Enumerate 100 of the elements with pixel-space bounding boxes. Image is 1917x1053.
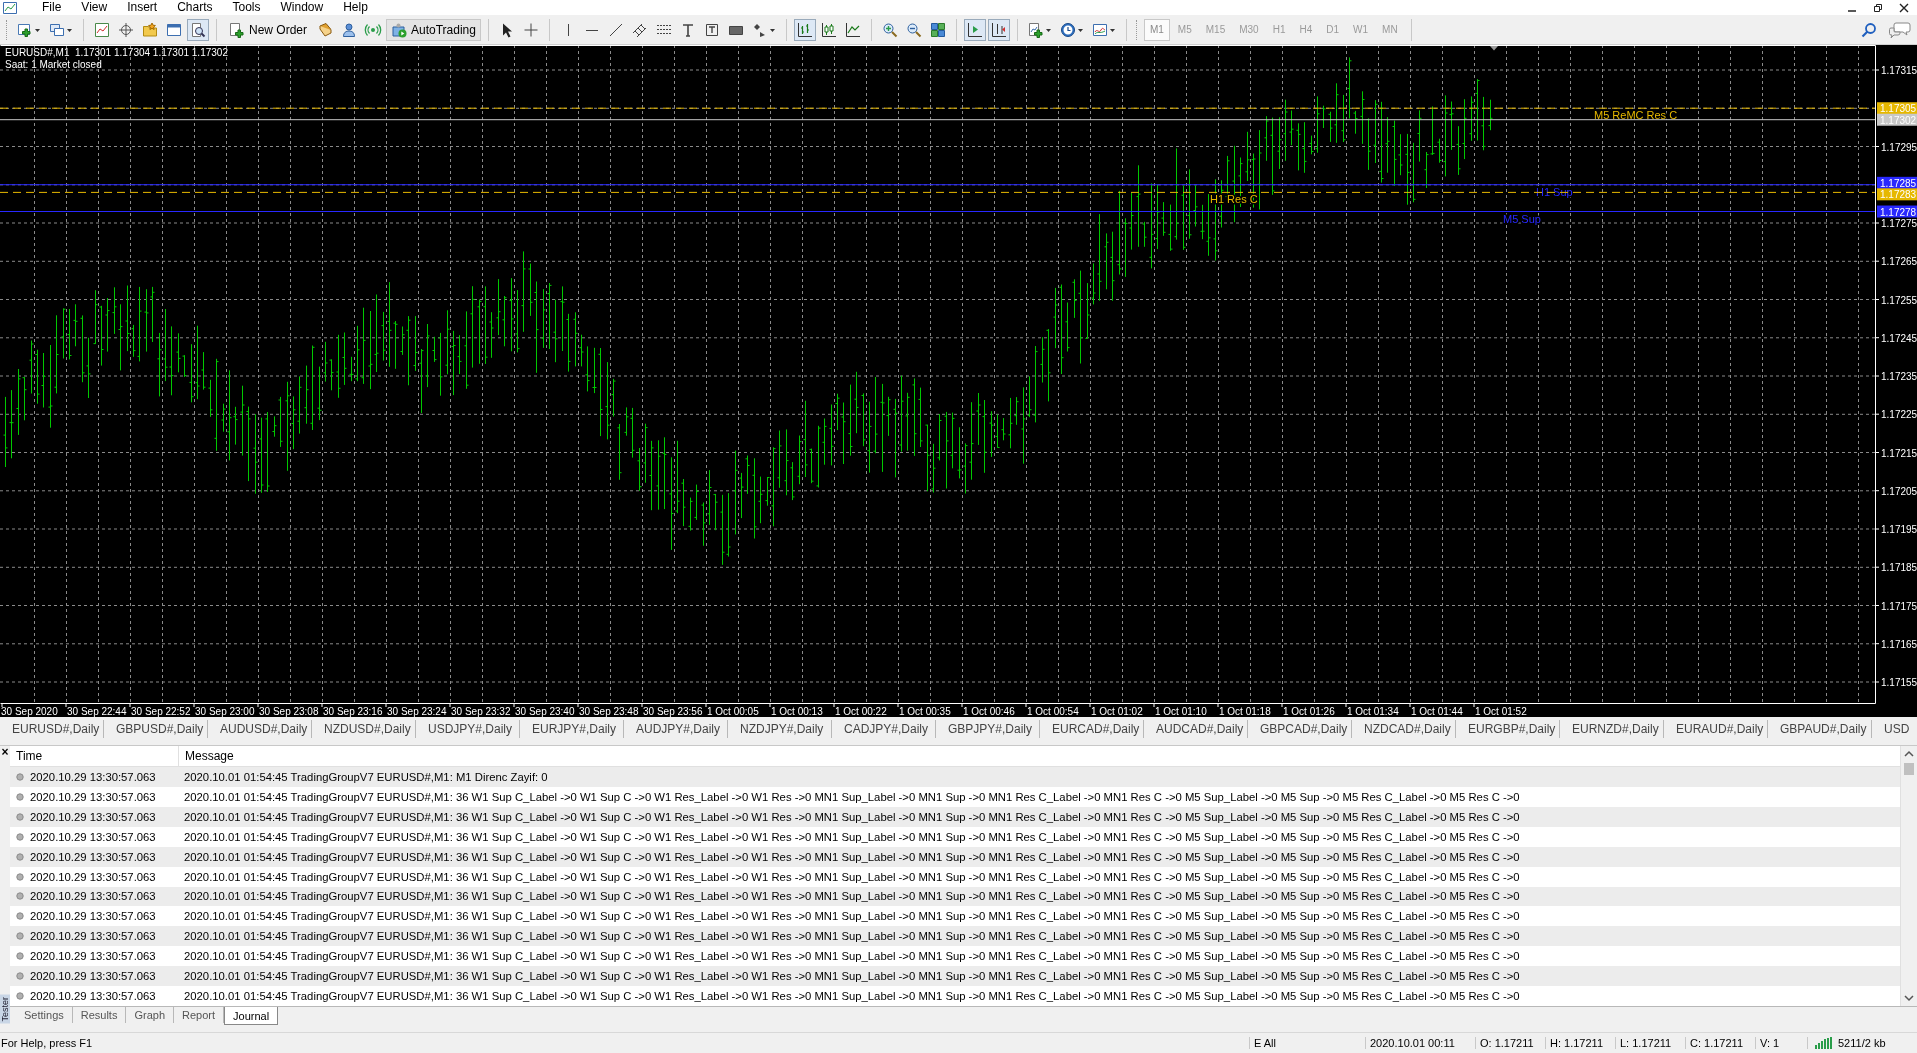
symbol-tab[interactable]: AUDJPY#,Daily (628, 720, 728, 738)
log-time: 2020.10.29 13:30:57.063 (30, 990, 156, 1003)
symbol-tab[interactable]: AUDUSD#,Daily (212, 720, 312, 738)
log-message: 2020.10.01 01:54:45 TradingGroupV7 EURUSD#,M1: 36 W1 Sup C_Label ->0 W1 Sup C ->0 W1 Res_Label ->0 W1 Res ->0 MN1 Sup_Label ->0 MN1 Sup ->0 MN1 Res C_Label ->0 MN1 Res C ->0 M5 Sup_Label ->0 M5 Sup ->0 M5 Res C_Label ->0 M5 Res C ->0 (183, 850, 1520, 863)
log-time: 2020.10.29 13:30:57.063 (30, 910, 156, 923)
status-field: O: 1.17211 (1475, 1037, 1545, 1049)
menu-item[interactable]: Window (270, 0, 334, 15)
symbol-tab[interactable]: EURNZD#,Daily (1564, 720, 1664, 738)
log-time: 2020.10.29 13:30:57.063 (30, 890, 156, 903)
log-message: 2020.10.01 01:54:45 TradingGroupV7 EURUSD#,M1: 36 W1 Sup C_Label ->0 W1 Sup C ->0 W1 Res_Label ->0 W1 Res ->0 MN1 Sup_Label ->0 MN1 Sup ->0 MN1 Res C_Label ->0 MN1 Res C ->0 M5 Sup_Label ->0 M5 Sup ->0 M5 Res C_Label ->0 M5 Res C ->0 (183, 950, 1520, 963)
menu-item[interactable]: Tools (222, 0, 271, 15)
log-time: 2020.10.29 13:30:57.063 (30, 830, 156, 843)
log-dot-icon (16, 892, 24, 901)
log-dot-icon (16, 772, 24, 781)
symbol-tab[interactable]: NZDJPY#,Daily (732, 720, 832, 738)
tester-tab[interactable]: Results (72, 1007, 127, 1023)
chart-status-text: Saat: 1 Market closed (5, 59, 102, 70)
robot-play-icon (391, 21, 407, 38)
scrollbar-thumb[interactable] (1904, 763, 1914, 775)
menu-item[interactable]: Charts (167, 0, 223, 15)
symbol-tab[interactable]: GBPCAD#,Daily (1252, 720, 1352, 738)
close-icon[interactable] (1899, 2, 1909, 13)
magnifier-document-icon[interactable] (187, 18, 209, 41)
symbol-tab[interactable]: EURJPY#,Daily (524, 720, 624, 738)
connection-bars-icon (1814, 1037, 1834, 1049)
symbol-tab[interactable]: AUDCAD#,Daily (1148, 720, 1248, 738)
menu-item[interactable]: Help (333, 0, 378, 15)
symbol-tab[interactable]: GBPJPY#,Daily (940, 720, 1040, 738)
time-axis-label: 1 Oct 00:13 (771, 706, 823, 717)
tester-tab[interactable]: Graph (126, 1007, 174, 1023)
status-field: H: 1.17211 (1545, 1037, 1615, 1049)
time-axis-label: 1 Oct 01:18 (1219, 706, 1271, 717)
log-time: 2020.10.29 13:30:57.063 (30, 870, 156, 883)
search-icon[interactable] (1861, 21, 1877, 38)
chart-symbol-header: EURUSD#,M1 1.17301 1.17304 1.17301 1.17302 (5, 47, 228, 58)
time-axis-label: 1 Oct 00:46 (963, 706, 1015, 717)
price-axis-label: 1.17245 (1881, 332, 1917, 344)
symbol-tab[interactable]: EURGBP#,Daily (1460, 720, 1560, 738)
panel-side-label: Tester (0, 995, 10, 1024)
time-axis-label: 30 Sep 22:52 (131, 706, 191, 717)
log-message: 2020.10.01 01:54:45 TradingGroupV7 EURUSD#,M1: 36 W1 Sup C_Label ->0 W1 Sup C ->0 W1 Res_Label ->0 W1 Res ->0 MN1 Sup_Label ->0 MN1 Sup ->0 MN1 Res C_Label ->0 MN1 Res C ->0 M5 Sup_Label ->0 M5 Sup ->0 M5 Res C_Label ->0 M5 Res C ->0 (183, 970, 1520, 983)
price-tag: 1.17305 (1877, 102, 1917, 115)
price-axis-label: 1.17295 (1881, 141, 1917, 153)
menu-item[interactable]: File (32, 0, 72, 15)
log-time: 2020.10.29 13:30:57.063 (30, 930, 156, 943)
log-time: 2020.10.29 13:30:57.063 (30, 810, 156, 823)
vertical-scrollbar[interactable] (1900, 746, 1917, 1006)
chat-bubbles-icon[interactable] (1889, 20, 1911, 39)
symbol-tab[interactable]: NZDUSD#,Daily (316, 720, 416, 738)
symbol-tab[interactable]: GBPUSD#,Daily (108, 720, 208, 738)
log-message: 2020.10.01 01:54:45 TradingGroupV7 EURUSD#,M1: 36 W1 Sup C_Label ->0 W1 Sup C ->0 W1 Res_Label ->0 W1 Res ->0 MN1 Sup_Label ->0 MN1 Sup ->0 MN1 Res C_Label ->0 MN1 Res C ->0 M5 Sup_Label ->0 M5 Sup ->0 M5 Res C_Label ->0 M5 Res C ->0 (183, 910, 1520, 923)
close-panel-button[interactable]: × (1, 746, 9, 758)
column-header[interactable]: Time (10, 746, 179, 766)
log-message: 2020.10.01 01:54:45 TradingGroupV7 EURUSD#,M1: M1 Direnc Zayif: 0 (183, 770, 548, 783)
symbol-tab[interactable]: GBPAUD#,Daily (1772, 720, 1872, 738)
symbol-tab[interactable]: EURUSD#,Daily (4, 720, 104, 738)
menu-item[interactable]: Insert (117, 0, 168, 15)
time-axis-label: 1 Oct 00:22 (835, 706, 887, 717)
log-dot-icon (16, 952, 24, 961)
log-dot-icon (16, 872, 24, 881)
new-order-button[interactable]: New Order (224, 18, 312, 41)
menu-item[interactable]: View (71, 0, 118, 15)
time-axis-label: 1 Oct 00:05 (707, 706, 759, 717)
traffic-text: 5211/2 kb (1838, 1037, 1886, 1049)
time-axis-label: 30 Sep 23:40 (515, 706, 575, 717)
timeframe-button[interactable]: M1 (1143, 18, 1170, 41)
log-dot-icon (16, 812, 24, 821)
status-field: 2020.10.01 00:11 (1365, 1037, 1475, 1049)
symbol-tab[interactable]: USD (1876, 720, 1917, 738)
auto-scroll-icon[interactable] (963, 18, 986, 41)
log-time: 2020.10.29 13:30:57.063 (30, 950, 156, 963)
chart-shift-icon[interactable] (987, 18, 1010, 41)
log-message: 2020.10.01 01:54:45 TradingGroupV7 EURUSD#,M1: 36 W1 Sup C_Label ->0 W1 Sup C ->0 W1 Res_Label ->0 W1 Res ->0 MN1 Sup_Label ->0 MN1 Sup ->0 MN1 Res C_Label ->0 MN1 Res C ->0 M5 Sup_Label ->0 M5 Sup ->0 M5 Res C_Label ->0 M5 Res C ->0 (183, 830, 1520, 843)
bar-chart-icon[interactable] (793, 18, 816, 41)
symbol-tab[interactable]: USDJPY#,Daily (420, 720, 520, 738)
level-label: M5 Sup (1503, 212, 1541, 225)
price-axis-label: 1.17155 (1881, 677, 1917, 688)
status-field: V: 1 (1755, 1037, 1807, 1049)
price-axis-label: 1.17235 (1881, 371, 1917, 382)
symbol-tab[interactable]: EURCAD#,Daily (1044, 720, 1144, 738)
price-axis-label: 1.17265 (1881, 256, 1917, 268)
symbol-tab[interactable]: NZDCAD#,Daily (1356, 720, 1456, 738)
tester-tab[interactable]: Settings (16, 1007, 73, 1023)
time-axis-label: 1 Oct 01:02 (1091, 706, 1143, 717)
time-axis-label: 30 Sep 23:56 (643, 706, 703, 717)
symbol-tab[interactable]: EURAUD#,Daily (1668, 720, 1768, 738)
log-message: 2020.10.01 01:54:45 TradingGroupV7 EURUSD#,M1: 36 W1 Sup C_Label ->0 W1 Sup C ->0 W1 Res_Label ->0 W1 Res ->0 MN1 Sup_Label ->0 MN1 Sup ->0 MN1 Res C_Label ->0 MN1 Res C ->0 M5 Sup_Label ->0 M5 Sup ->0 M5 Res C_Label ->0 M5 Res C ->0 (183, 990, 1520, 1003)
log-dot-icon (16, 972, 24, 981)
column-header[interactable]: Message (179, 746, 234, 766)
tester-tab[interactable]: Journal (224, 1007, 279, 1025)
time-axis-label: 30 Sep 23:24 (387, 706, 447, 717)
time-axis-label: 30 Sep 22:44 (67, 706, 127, 717)
log-message: 2020.10.01 01:54:45 TradingGroupV7 EURUSD#,M1: 36 W1 Sup C_Label ->0 W1 Sup C ->0 W1 Res_Label ->0 W1 Res ->0 MN1 Sup_Label ->0 MN1 Sup ->0 MN1 Res C_Label ->0 MN1 Res C ->0 M5 Sup_Label ->0 M5 Sup ->0 M5 Res C_Label ->0 M5 Res C ->0 (183, 930, 1520, 943)
restore-icon[interactable] (1873, 2, 1883, 13)
auto-trading-button[interactable]: AutoTrading (386, 18, 481, 41)
symbol-tab[interactable]: CADJPY#,Daily (836, 720, 936, 738)
price-axis-label: 1.17185 (1881, 562, 1917, 574)
price-axis-label: 1.17315 (1881, 65, 1917, 76)
chart-app-icon[interactable] (2, 0, 18, 15)
time-axis-label: 30 Sep 23:48 (579, 706, 639, 717)
